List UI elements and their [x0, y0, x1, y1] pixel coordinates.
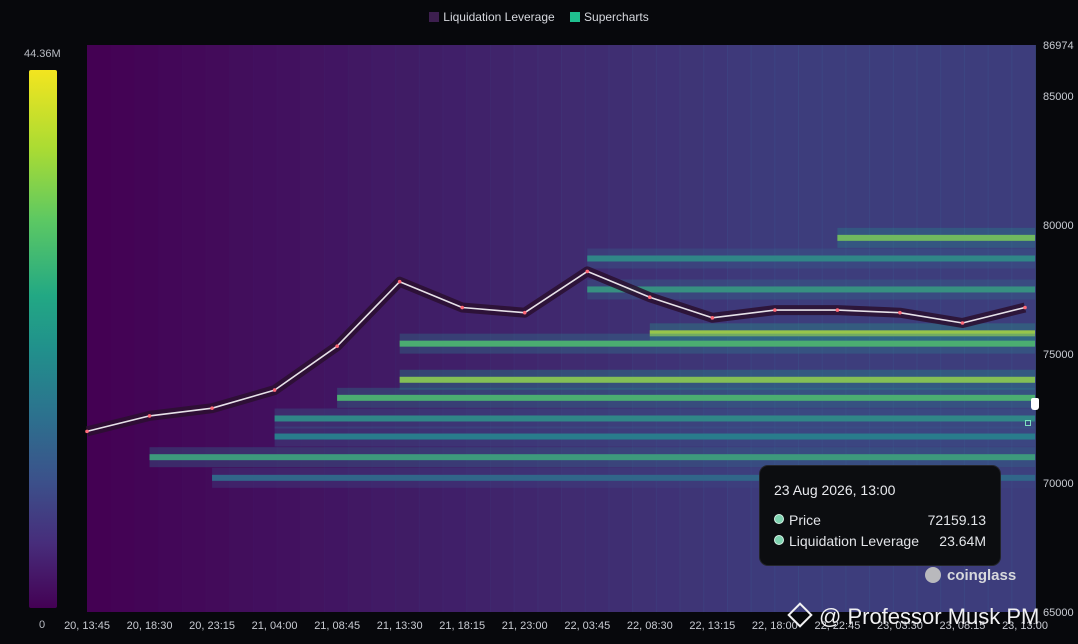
price-point: [85, 429, 89, 434]
x-tick-label: 22, 13:15: [689, 620, 735, 632]
x-tick-label: 21, 04:00: [252, 620, 298, 632]
heatmap-column: [418, 45, 444, 612]
x-tick-label: 22, 08:30: [627, 620, 673, 632]
heatmap-column: [87, 45, 112, 612]
heatmap-column: [134, 45, 160, 612]
price-point: [710, 316, 715, 320]
y-tick-label: 80000: [1043, 220, 1074, 232]
heat-band-glow: [587, 248, 1035, 269]
watermark: @ Professor Musk PM: [787, 602, 1040, 630]
heat-band-glow: [274, 408, 1036, 429]
x-tick-label: 21, 13:30: [377, 620, 423, 632]
price-point: [335, 344, 339, 349]
heat-band-glow: [274, 426, 1036, 447]
y-tick-label: 75000: [1043, 349, 1074, 361]
heatmap-column: [489, 45, 515, 612]
x-tick-label: 20, 13:45: [64, 620, 110, 632]
heat-band-glow: [149, 447, 1036, 468]
price-point: [272, 388, 277, 392]
x-tick-label: 21, 18:15: [439, 620, 485, 632]
tooltip-leverage-label: Liquidation Leverage: [789, 533, 919, 549]
heatmap-column: [229, 45, 254, 612]
tooltip-leverage-value: 23.64M: [939, 533, 986, 549]
tooltip-price-label: Price: [789, 512, 821, 528]
price-point: [960, 321, 965, 325]
x-tick-label: 21, 08:45: [314, 620, 360, 632]
heatmap-column: [371, 45, 397, 612]
price-point: [585, 269, 590, 274]
heatmap-column: [205, 45, 231, 612]
heatmap-column: [608, 45, 634, 612]
price-point: [773, 308, 777, 312]
y-tick-label: 70000: [1043, 478, 1074, 490]
x-tick-label: 21, 23:00: [502, 620, 548, 632]
price-point: [648, 295, 652, 300]
heatmap-column: [561, 45, 586, 612]
heatmap-column: [395, 45, 420, 612]
heatmap-column: [442, 45, 468, 612]
tooltip-date: 23 Aug 2026, 13:00: [774, 482, 896, 498]
heatmap-column: [158, 45, 183, 612]
tooltip-price-dot-icon: [774, 514, 784, 524]
price-point: [1023, 305, 1027, 310]
heatmap-column: [181, 45, 207, 612]
y-axis-top-label: 86974: [1043, 40, 1074, 52]
heatmap-column: [466, 45, 491, 612]
price-point: [522, 310, 527, 315]
binance-logo-icon: [787, 602, 813, 628]
heatmap-column: [584, 45, 610, 612]
heat-band-glow: [337, 387, 1036, 408]
heatmap-column: [513, 45, 539, 612]
price-point: [210, 406, 214, 410]
chart-tooltip: 23 Aug 2026, 13:00 Price 72159.13 Liquid…: [760, 466, 1000, 565]
tooltip-price-value: 72159.13: [927, 512, 986, 528]
tooltip-leverage-row: Liquidation Leverage 23.64M: [774, 533, 986, 549]
heatmap-column: [110, 45, 136, 612]
y-tick-label: 65000: [1043, 607, 1074, 619]
x-tick-label: 20, 23:15: [189, 620, 235, 632]
price-point: [397, 279, 402, 284]
y-tick-label: 85000: [1043, 91, 1074, 103]
heatmap-column: [252, 45, 278, 612]
brand-label: coinglass: [947, 567, 1017, 584]
crosshair-marker: [1025, 420, 1031, 426]
watermark-text: @ Professor Musk PM: [819, 604, 1040, 629]
heat-band-glow: [399, 369, 1036, 390]
mouse-cursor-icon: [1031, 398, 1039, 410]
x-tick-label: 22, 03:45: [564, 620, 610, 632]
price-point: [898, 310, 902, 315]
price-point: [835, 308, 840, 312]
heat-band-glow: [399, 333, 1036, 354]
heatmap-column: [537, 45, 562, 612]
price-point: [460, 305, 465, 310]
tooltip-price-row: Price 72159.13: [774, 512, 986, 528]
heat-band-glow: [837, 227, 1035, 248]
coinglass-logo-icon: [925, 567, 941, 583]
coinglass-brand: coinglass: [925, 567, 1016, 584]
price-point: [147, 414, 152, 418]
heatmap-column: [300, 45, 325, 612]
heatmap-column: [276, 45, 302, 612]
tooltip-leverage-dot-icon: [774, 535, 784, 545]
heatmap-column: [324, 45, 349, 612]
x-tick-label: 20, 18:30: [127, 620, 173, 632]
